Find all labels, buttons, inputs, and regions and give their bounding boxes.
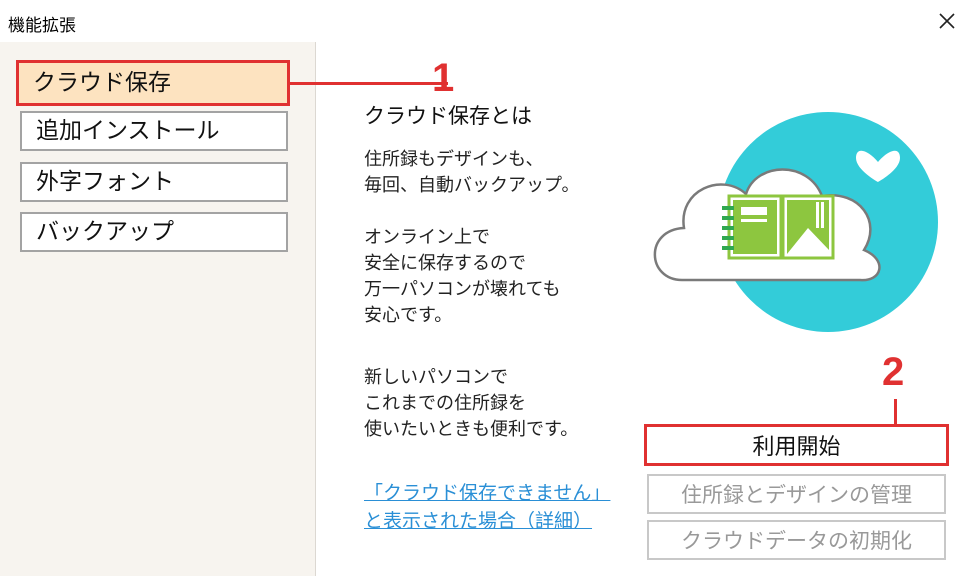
annotation-number-2: 2 <box>882 350 905 394</box>
help-link[interactable]: 「クラウド保存できません」 と表示された場合（詳細） <box>364 479 610 535</box>
annotation-number-1: 1 <box>432 56 455 100</box>
design-book-icon <box>781 194 835 260</box>
annotation-line-1 <box>290 82 448 85</box>
description-paragraph-1: 住所録もデザインも、 毎回、自動バックアップ。 <box>364 149 580 196</box>
reset-cloud-data-button[interactable]: クラウドデータの初期化 <box>647 520 946 560</box>
close-button[interactable] <box>930 6 964 36</box>
window-title: 機能拡張 <box>8 16 76 36</box>
sidebar-item-additional-install[interactable]: 追加インストール <box>20 111 288 151</box>
title-bar: 機能拡張 <box>0 0 977 42</box>
description-paragraph-2: オンライン上で 安全に保存するので 万一パソコンが壊れても 安心です。 <box>364 227 561 326</box>
annotation-line-2 <box>894 399 897 425</box>
sidebar-item-cloud-save[interactable]: クラウド保存 <box>16 60 290 106</box>
start-button[interactable]: 利用開始 <box>644 424 949 466</box>
page-title: クラウド保存とは <box>364 104 532 128</box>
close-icon <box>939 13 955 29</box>
sidebar-item-backup[interactable]: バックアップ <box>20 212 288 252</box>
sidebar-item-gaiji-font[interactable]: 外字フォント <box>20 162 288 202</box>
sidebar: クラウド保存 追加インストール 外字フォント バックアップ <box>0 42 316 576</box>
address-book-icon <box>722 194 783 260</box>
cloud-backup-illustration <box>653 112 938 332</box>
manage-address-design-button[interactable]: 住所録とデザインの管理 <box>647 474 946 514</box>
description-paragraph-3: 新しいパソコンで これまでの住所録を 使いたいときも便利です。 <box>364 367 579 440</box>
